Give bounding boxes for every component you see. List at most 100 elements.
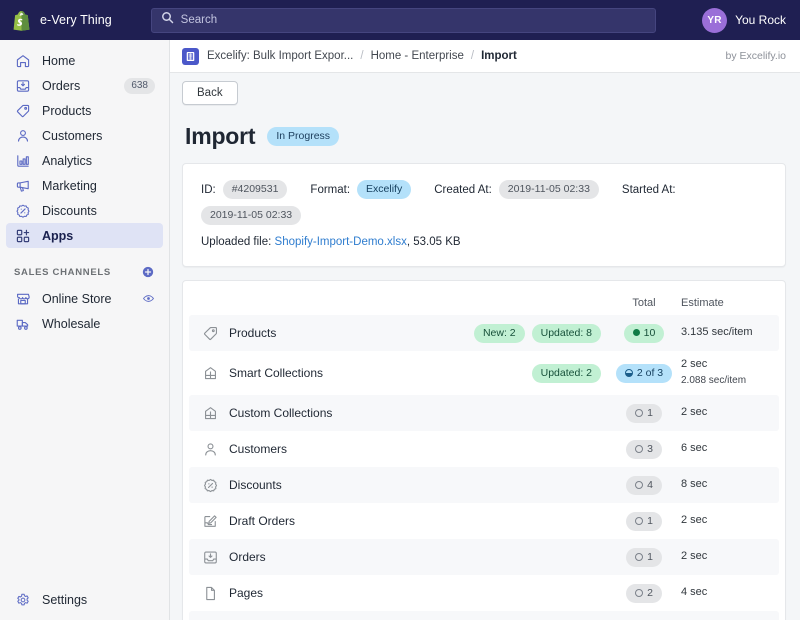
user-menu[interactable]: YR You Rock	[656, 7, 790, 33]
breadcrumb-item-app[interactable]: Excelify: Bulk Import Expor...	[207, 50, 353, 62]
row-label: Custom Collections	[229, 406, 333, 421]
top-bar: e-Very Thing Search YR You Rock	[0, 0, 800, 40]
discount-percent-icon	[14, 202, 31, 219]
sidebar-item-home[interactable]: Home	[6, 48, 163, 73]
sidebar-item-marketing[interactable]: Marketing	[6, 173, 163, 198]
sidebar-item-analytics[interactable]: Analytics	[6, 148, 163, 173]
table-row[interactable]: Customers 3 6 sec	[189, 431, 779, 467]
table-row[interactable]: Custom Collections 1 2 sec	[189, 395, 779, 432]
table-row[interactable]: Draft Orders 1 2 sec	[189, 503, 779, 539]
status-ring-icon	[635, 516, 644, 525]
orders-inbox-icon	[14, 77, 31, 94]
row-label: Orders	[229, 550, 266, 565]
bar-chart-icon	[14, 152, 31, 169]
status-dot-filled-icon	[632, 329, 640, 337]
started-at-label: Started At:	[621, 183, 676, 196]
sidebar-item-orders[interactable]: Orders 638	[6, 73, 163, 98]
row-total: 2 of 3	[613, 363, 675, 383]
tag-icon	[201, 325, 220, 342]
row-total: 4	[613, 475, 675, 495]
uploaded-file-row: Uploaded file: Shopify-Import-Demo.xlsx,…	[201, 236, 767, 248]
search-area: Search	[150, 7, 656, 33]
wholesale-cart-icon	[14, 315, 31, 332]
import-info-card: ID: #4209531 Format: Excelify Created At…	[182, 163, 786, 268]
breadcrumb-item-home[interactable]: Home - Enterprise	[371, 50, 464, 62]
row-estimate-value: 4 sec	[681, 586, 708, 599]
row-estimate-value: 8 sec	[681, 478, 708, 491]
row-label: Discounts	[229, 478, 282, 493]
status-ring-icon	[635, 444, 644, 453]
brand[interactable]: e-Very Thing	[12, 10, 151, 31]
orders-count-badge: 638	[124, 77, 155, 94]
status-ring-icon	[635, 588, 644, 597]
column-header-total: Total	[632, 297, 656, 310]
row-tag-updated: Updated: 8	[531, 323, 601, 343]
sidebar-item-discounts[interactable]: Discounts	[6, 198, 163, 223]
page-scroll-area[interactable]: Import In Progress ID: #4209531 Format: …	[170, 113, 800, 620]
table-row[interactable]: Orders 1 2 sec	[189, 539, 779, 576]
status-ring-icon	[635, 480, 644, 489]
sidebar-item-label: Apps	[42, 228, 74, 243]
sidebar-item-label: Customers	[42, 128, 103, 143]
uploaded-file-label: Uploaded file:	[201, 236, 272, 249]
row-label: Products	[229, 326, 277, 341]
sidebar-item-settings[interactable]: Settings	[6, 587, 163, 612]
uploaded-file-link[interactable]: Shopify-Import-Demo.xlsx	[275, 236, 407, 248]
table-row[interactable]: Smart Collections Updated: 2 2 of 3 2 se…	[189, 351, 779, 395]
row-estimate-sub: 2.088 sec/item	[681, 375, 747, 387]
import-meta-row: ID: #4209531 Format: Excelify Created At…	[201, 180, 767, 226]
row-tag-updated: Updated: 2	[531, 363, 601, 383]
row-total-value: 1	[647, 406, 653, 419]
eye-icon[interactable]	[141, 292, 155, 306]
table-row[interactable]: Products New: 2 Updated: 8 10 3.135 sec/…	[189, 315, 779, 352]
search-placeholder: Search	[180, 14, 218, 26]
collection-icon	[201, 365, 220, 382]
main-content: Excelify: Bulk Import Expor... / Home - …	[170, 40, 800, 620]
table-row[interactable]: Discounts 4 8 sec	[189, 467, 779, 504]
sidebar-item-label: Wholesale	[42, 316, 101, 331]
avatar: YR	[702, 7, 728, 33]
back-button[interactable]: Back	[182, 81, 238, 105]
row-estimate: 2 sec	[675, 549, 767, 565]
results-table: Total Estimate Products New: 2 Updated: …	[183, 281, 785, 620]
row-estimate: 6 sec	[675, 441, 767, 457]
sidebar-item-label: Analytics	[42, 153, 93, 168]
page-title: Import	[185, 123, 256, 149]
sidebar-item-products[interactable]: Products	[6, 98, 163, 123]
shopify-bag-icon	[12, 10, 31, 31]
table-row[interactable]: Pages 2 4 sec	[189, 575, 779, 611]
store-name: e-Very Thing	[40, 13, 112, 27]
row-label: Smart Collections	[229, 366, 324, 381]
storefront-icon	[14, 290, 31, 307]
row-estimate: 4 sec	[675, 585, 767, 601]
row-label: Pages	[229, 586, 264, 601]
home-icon	[14, 52, 31, 69]
row-estimate: 2 sec	[675, 405, 767, 421]
row-estimate-value: 2 sec	[681, 550, 708, 563]
sidebar-item-label: Discounts	[42, 203, 97, 218]
format-value: Excelify	[357, 180, 412, 200]
row-total-value: 10	[643, 326, 656, 339]
search-input[interactable]: Search	[150, 7, 656, 33]
page-icon	[201, 585, 220, 602]
status-ring-icon	[635, 408, 644, 417]
plus-circle-icon[interactable]	[141, 265, 155, 279]
row-estimate: 3.135 sec/item	[675, 325, 767, 341]
megaphone-icon	[14, 177, 31, 194]
sidebar-item-wholesale[interactable]: Wholesale	[6, 311, 163, 336]
app-shell: Home Orders 638 Products Customers Analy…	[0, 40, 800, 620]
uploaded-file-size: , 53.05 KB	[406, 236, 461, 249]
search-icon	[161, 11, 174, 29]
sidebar-item-online-store[interactable]: Online Store	[6, 286, 163, 311]
row-tags: New: 2 Updated: 8	[473, 323, 601, 343]
column-header-estimate: Estimate	[681, 297, 724, 310]
sidebar-item-customers[interactable]: Customers	[6, 123, 163, 148]
table-row-partial[interactable]	[189, 611, 779, 620]
sidebar-item-apps[interactable]: Apps	[6, 223, 163, 248]
row-estimate-value: 3.135 sec/item	[681, 326, 753, 339]
status-badge: In Progress	[267, 126, 340, 147]
excelify-app-icon	[182, 47, 199, 65]
breadcrumb-separator: /	[470, 50, 475, 62]
row-label: Draft Orders	[229, 514, 296, 529]
format-label: Format:	[310, 183, 351, 196]
